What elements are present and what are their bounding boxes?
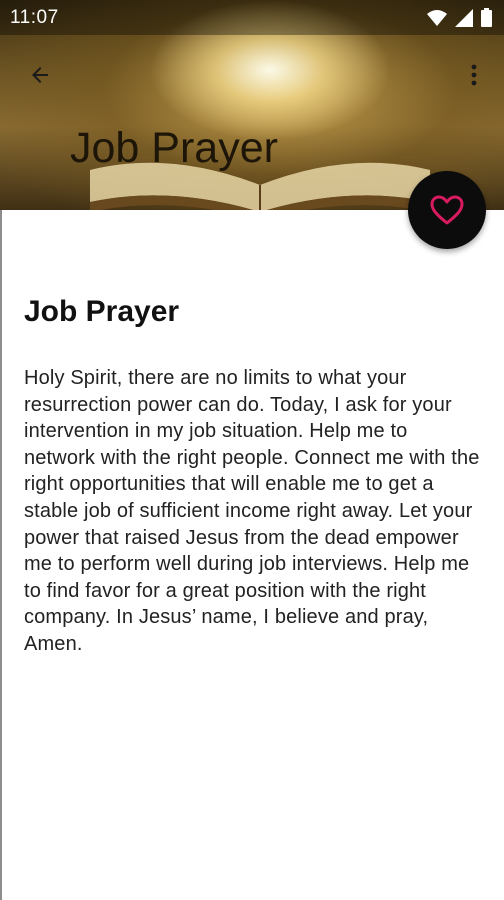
overflow-menu-button[interactable] xyxy=(460,60,488,90)
favorite-button[interactable] xyxy=(408,171,486,249)
status-time: 11:07 xyxy=(10,7,59,28)
signal-icon xyxy=(455,8,473,27)
back-button[interactable] xyxy=(22,57,58,93)
wifi-icon xyxy=(427,9,447,26)
prayer-body: Holy Spirit, there are no limits to what… xyxy=(24,367,480,655)
battery-icon xyxy=(481,8,492,27)
header-title: Job Prayer xyxy=(70,124,278,172)
arrow-left-icon xyxy=(32,67,48,83)
prayer-title: Job Prayer xyxy=(24,295,180,328)
status-bar: 11:07 xyxy=(0,0,504,35)
more-vertical-icon xyxy=(471,64,477,86)
status-icons xyxy=(427,8,492,27)
prayer-content: Job Prayer Holy Spirit, there are no lim… xyxy=(24,295,484,658)
left-edge-divider xyxy=(0,210,2,900)
heart-outline-icon xyxy=(430,195,464,225)
